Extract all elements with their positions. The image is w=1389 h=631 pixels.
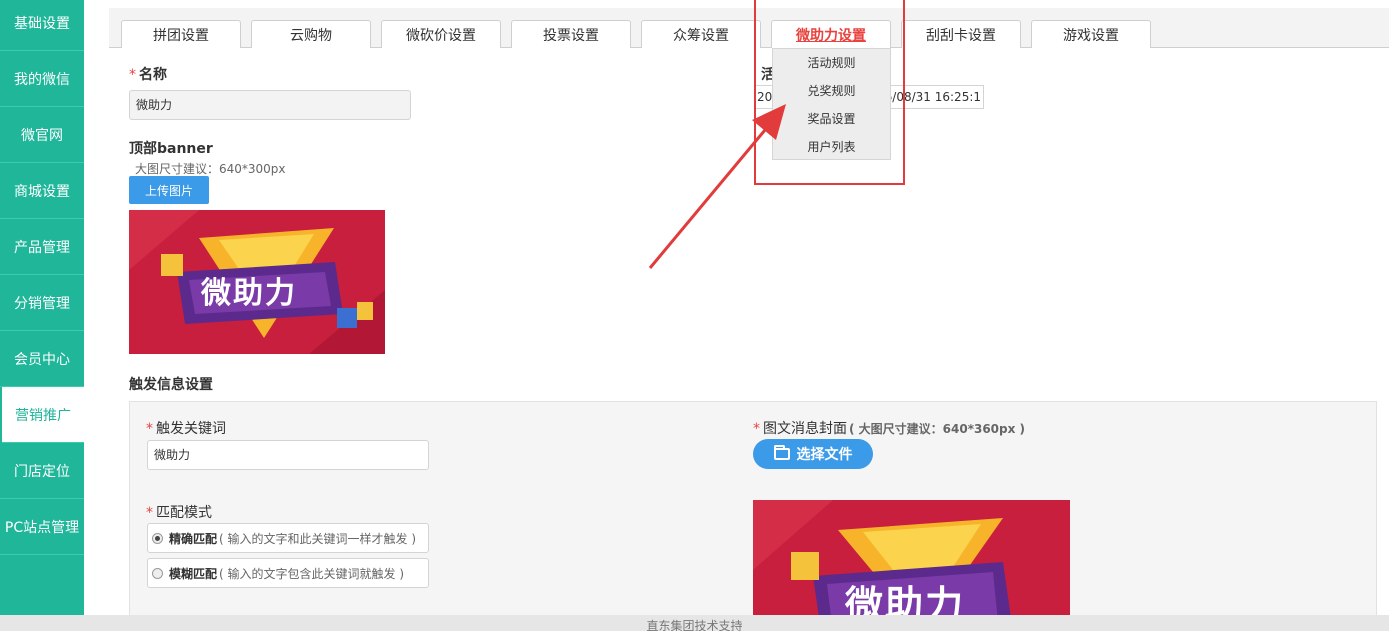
required-mark: * [753,421,760,437]
name-label-text: 名称 [139,67,167,83]
match-mode-label: * 匹配模式 [146,505,212,521]
sidebar-item-label: 商城设置 [14,183,70,200]
tab-crowdfunding[interactable]: 众筹设置 [641,20,761,48]
sidebar-item-basic-settings[interactable]: 基础设置 [0,0,84,51]
sidebar-item-pc-site[interactable]: PC站点管理 [0,499,84,555]
sidebar-item-marketing[interactable]: 营销推广 [2,387,84,443]
sidebar-item-label: 会员中心 [14,351,70,368]
banner-title: 微助力 [201,276,297,311]
upload-image-button[interactable]: 上传图片 [129,176,209,204]
sidebar-item-micro-site[interactable]: 微官网 [0,107,84,163]
footer: 直东集团技术支持 [0,615,1389,631]
choose-file-button[interactable]: 选择文件 [753,439,873,469]
sidebar-item-label: 门店定位 [14,463,70,480]
trigger-section-title: 触发信息设置 [129,377,213,393]
required-mark: * [129,67,136,83]
cover-label: * 图文消息封面( 大图尺寸建议：640*360px ) [753,421,1026,437]
main-content: 拼团设置 云购物 微砍价设置 投票设置 众筹设置 微助力设置 刮刮卡设置 游戏设… [109,0,1389,615]
sidebar-item-label: 微官网 [21,127,63,144]
exact-match-hint: ( 输入的文字和此关键词一样才触发 ) [219,531,417,546]
cover-size-hint: ( 大图尺寸建议：640*360px ) [849,422,1026,436]
tab-bar: 拼团设置 云购物 微砍价设置 投票设置 众筹设置 微助力设置 刮刮卡设置 游戏设… [109,8,1389,48]
tab-game[interactable]: 游戏设置 [1031,20,1151,48]
sidebar-item-distribution[interactable]: 分销管理 [0,275,84,331]
banner-image: 微助力 [129,210,385,354]
sidebar-item-label: 产品管理 [14,239,70,256]
radio-unchecked-icon[interactable] [152,567,163,579]
banner-size-hint: 大图尺寸建议：640*300px [135,162,286,176]
required-mark: * [146,505,153,521]
sidebar-item-label: 我的微信 [14,71,70,88]
keyword-input[interactable]: 微助力 [147,440,429,470]
sidebar-item-label: 基础设置 [14,16,70,32]
exact-match-label: 精确匹配 [169,531,218,546]
tab-scratch-card[interactable]: 刮刮卡设置 [901,20,1021,48]
sidebar-item-store-location[interactable]: 门店定位 [0,443,84,499]
required-mark: * [146,421,153,437]
keyword-label: * 触发关键词 [146,421,226,437]
annotation-arrow-icon [648,104,786,269]
trigger-panel: * 触发关键词 微助力 * 匹配模式 精确匹配 ( 输入的文字和此关键词一样才触发 … [129,401,1377,615]
fuzzy-match-hint: ( 输入的文字包含此关键词就触发 ) [219,566,405,581]
sidebar: 基础设置 我的微信 微官网 商城设置 产品管理 分销管理 会员中心 营销推广 门… [0,0,84,615]
fuzzy-match-option[interactable]: 模糊匹配 ( 输入的文字包含此关键词就触发 ) [147,558,429,588]
name-label: * 名称 [129,64,167,84]
sidebar-item-label: PC站点管理 [4,519,80,536]
sidebar-item-member-center[interactable]: 会员中心 [0,331,84,387]
radio-checked-icon[interactable] [152,532,163,544]
choose-file-label: 选择文件 [796,447,853,463]
banner-label: 顶部banner [129,141,213,157]
tab-bargain[interactable]: 微砍价设置 [381,20,501,48]
tab-group-buy[interactable]: 拼团设置 [121,20,241,48]
sidebar-item-mall-settings[interactable]: 商城设置 [0,163,84,219]
tab-vote[interactable]: 投票设置 [511,20,631,48]
name-input[interactable]: 微助力 [129,90,411,120]
sidebar-gap [84,0,109,615]
cover-title: 微助力 [845,583,966,615]
sidebar-item-label: 分销管理 [14,295,70,312]
cover-image: 微助力 [753,500,1070,615]
fuzzy-match-label: 模糊匹配 [169,566,218,581]
folder-icon [773,445,790,460]
tab-cloud-shopping[interactable]: 云购物 [251,20,371,48]
sidebar-item-product-management[interactable]: 产品管理 [0,219,84,275]
exact-match-option[interactable]: 精确匹配 ( 输入的文字和此关键词一样才触发 ) [147,523,429,553]
sidebar-item-my-wechat[interactable]: 我的微信 [0,51,84,107]
sidebar-item-label: 营销推广 [15,407,71,424]
